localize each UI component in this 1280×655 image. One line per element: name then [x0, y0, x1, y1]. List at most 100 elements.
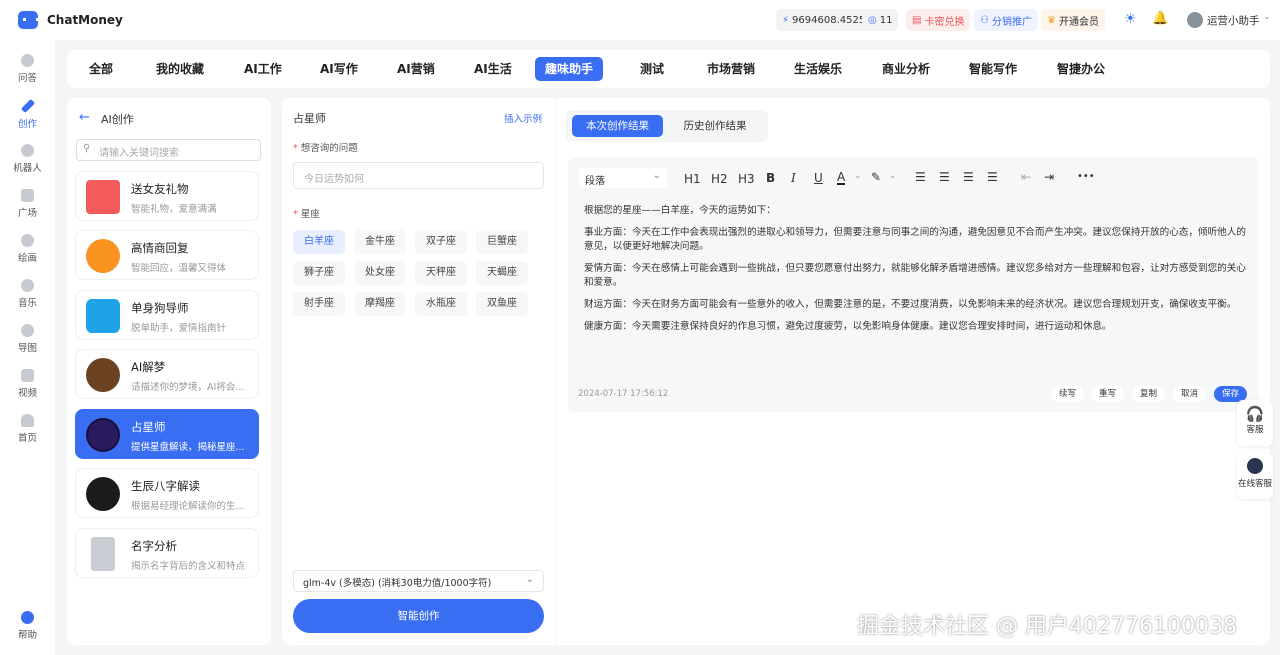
vip-button[interactable]: ♛ 开通会员 [1041, 9, 1105, 31]
zodiac-option[interactable]: 摩羯座 [354, 292, 406, 316]
sidebar-item-home[interactable]: 首页 [0, 414, 55, 444]
sidebar-item-create[interactable]: 创作 [0, 98, 55, 130]
highlight-pen-icon[interactable]: ✎ [871, 170, 881, 184]
chat-icon [21, 54, 34, 67]
chevron-down-icon: ⌄ [652, 170, 661, 181]
sidebar-item-qa[interactable]: 问答 [0, 54, 55, 84]
tab-ai-writing[interactable]: AI写作 [310, 57, 368, 81]
zodiac-option[interactable]: 处女座 [354, 261, 406, 285]
zodiac-option[interactable]: 射手座 [293, 292, 345, 316]
robot-icon [1247, 458, 1263, 474]
question-input[interactable]: 今日运势如何 [293, 162, 544, 189]
app-card-dream[interactable]: AI解梦 请描述你的梦境，AI将会... [75, 349, 259, 399]
tab-test[interactable]: 测试 [630, 57, 674, 81]
palette-icon [21, 234, 34, 247]
music-icon [21, 279, 34, 292]
messages-badge[interactable]: ◎ 11 [862, 9, 899, 31]
zodiac-option[interactable]: 双鱼座 [476, 292, 528, 316]
tab-all[interactable]: 全部 [79, 57, 123, 81]
sidebar-item-video[interactable]: 视频 [0, 369, 55, 399]
zodiac-option[interactable]: 金牛座 [354, 230, 406, 254]
align-center-icon[interactable]: ☰ [939, 170, 950, 184]
submit-create-button[interactable]: 智能创作 [293, 599, 544, 633]
zodiac-option[interactable]: 天秤座 [415, 261, 467, 285]
font-color-button[interactable]: A [837, 171, 846, 185]
zodiac-wheel-icon [86, 418, 120, 452]
sidebar-item-robot[interactable]: 机器人 [0, 144, 55, 174]
app-card-gift[interactable]: 送女友礼物 智能礼物，爱意满满 [75, 171, 259, 221]
theme-sun-icon[interactable]: ☀ [1124, 11, 1137, 27]
chevron-down-icon[interactable]: ⌄ [854, 171, 862, 181]
tab-market[interactable]: 市场营销 [697, 57, 765, 81]
copy-button[interactable]: 复制 [1132, 386, 1166, 402]
app-card-name[interactable]: 名字分析 揭示名字背后的含义和特点 [75, 528, 259, 578]
zodiac-option[interactable]: 水瓶座 [415, 292, 467, 316]
align-justify-icon[interactable]: ☰ [987, 170, 998, 184]
zodiac-option[interactable]: 白羊座 [293, 230, 345, 254]
tab-smart-writing[interactable]: 智能写作 [959, 57, 1027, 81]
cancel-button[interactable]: 取消 [1173, 386, 1207, 402]
username[interactable]: 运营小助手 [1207, 13, 1260, 28]
search-input[interactable]: ⚲ 请输入关键词搜索 [76, 139, 261, 161]
h2-button[interactable]: H2 [711, 172, 728, 186]
sidebar-item-square[interactable]: 广场 [0, 189, 55, 219]
h1-button[interactable]: H1 [684, 172, 701, 186]
editor[interactable]: 段落 ⌄ H1 H2 H3 B I U A ⌄ ✎ ⌄ ☰ ☰ ☰ ☰ ⇤ ⇥ •… [568, 157, 1258, 412]
zodiac-option[interactable]: 巨蟹座 [476, 230, 528, 254]
back-arrow-icon[interactable]: ← [79, 110, 90, 125]
watermark: 掘金技术社区 @ 用户402776100038 [857, 614, 1237, 639]
align-right-icon[interactable]: ☰ [963, 170, 974, 184]
sidebar-item-music[interactable]: 音乐 [0, 279, 55, 309]
align-left-icon[interactable]: ☰ [915, 170, 926, 184]
chevron-down-icon: ⌄ [525, 574, 534, 585]
model-select[interactable]: glm-4v (多模态) (消耗30电力值/1000字符) ⌄ [293, 570, 544, 592]
sidebar-item-draw[interactable]: 绘画 [0, 234, 55, 264]
tab-ai-work[interactable]: AI工作 [234, 57, 292, 81]
more-icon[interactable]: ••• [1077, 171, 1095, 182]
card-redeem-button[interactable]: ▤ 卡密兑换 [906, 9, 971, 31]
balance-badge[interactable]: ⚡ 9694608.4525 [776, 9, 872, 31]
play-icon [21, 369, 34, 382]
top-header: ChatMoney ⚡ 9694608.4525 ◎ 11 ▤ 卡密兑换 ⚇ 分销推广 … [0, 0, 1280, 40]
h3-button[interactable]: H3 [738, 172, 755, 186]
continue-button[interactable]: 续写 [1051, 386, 1085, 402]
insert-example-link[interactable]: 插入示例 [504, 111, 542, 125]
online-service-button[interactable]: 在线客服 [1237, 453, 1273, 499]
tab-history-result[interactable]: 历史创作结果 [670, 115, 760, 137]
avatar[interactable] [1187, 12, 1203, 28]
search-icon: ⚲ [83, 143, 91, 154]
customer-service-button[interactable]: 🎧 客服 [1237, 400, 1273, 446]
rewrite-button[interactable]: 重写 [1091, 386, 1125, 402]
app-list-panel: ← AI创作 ⚲ 请输入关键词搜索 送女友礼物 智能礼物，爱意满满 高情商回复 智能… [67, 98, 271, 645]
underline-button[interactable]: U [814, 171, 823, 185]
app-card-astrologer[interactable]: 占星师 提供星盘解读，揭秘星座... [75, 409, 259, 459]
sidebar-item-mindmap[interactable]: 导图 [0, 324, 55, 354]
zodiac-option[interactable]: 天蝎座 [476, 261, 528, 285]
zodiac-option[interactable]: 狮子座 [293, 261, 345, 285]
app-card-reply[interactable]: 高情商回复 智能回应，温馨又得体 [75, 230, 259, 280]
indent-icon[interactable]: ⇥ [1044, 170, 1054, 184]
zodiac-option[interactable]: 双子座 [415, 230, 467, 254]
tab-ai-marketing[interactable]: AI营销 [387, 57, 445, 81]
tab-entertainment[interactable]: 生活娱乐 [784, 57, 852, 81]
dream-icon [86, 358, 120, 392]
tab-current-result[interactable]: 本次创作结果 [572, 115, 663, 137]
result-paragraph: 财运方面：今天在财务方面可能会有一些意外的收入，但需要注意的是，不要过度消费，以… [584, 299, 1237, 310]
tab-office[interactable]: 智捷办公 [1047, 57, 1115, 81]
app-card-single[interactable]: 单身狗导师 脱单助手，爱情指南针 [75, 290, 259, 340]
logo-icon [18, 11, 39, 29]
tab-business[interactable]: 商业分析 [872, 57, 940, 81]
italic-button[interactable]: I [791, 171, 796, 185]
sidebar-item-help[interactable]: 帮助 [0, 611, 55, 641]
chevron-down-icon[interactable]: ⌄ [1263, 12, 1271, 22]
tab-fun-assistant[interactable]: 趣味助手 [535, 57, 604, 81]
distribution-button[interactable]: ⚇ 分销推广 [974, 9, 1038, 31]
tab-favorites[interactable]: 我的收藏 [146, 57, 214, 81]
tab-ai-life[interactable]: AI生活 [464, 57, 522, 81]
bold-button[interactable]: B [766, 171, 775, 185]
chevron-down-icon[interactable]: ⌄ [889, 171, 897, 181]
app-card-bazi[interactable]: 生辰八字解读 根据易经理论解读你的生... [75, 468, 259, 518]
outdent-icon[interactable]: ⇤ [1021, 170, 1031, 184]
paragraph-select[interactable]: 段落 ⌄ [579, 168, 667, 188]
bell-icon[interactable]: 🔔 [1152, 11, 1168, 26]
